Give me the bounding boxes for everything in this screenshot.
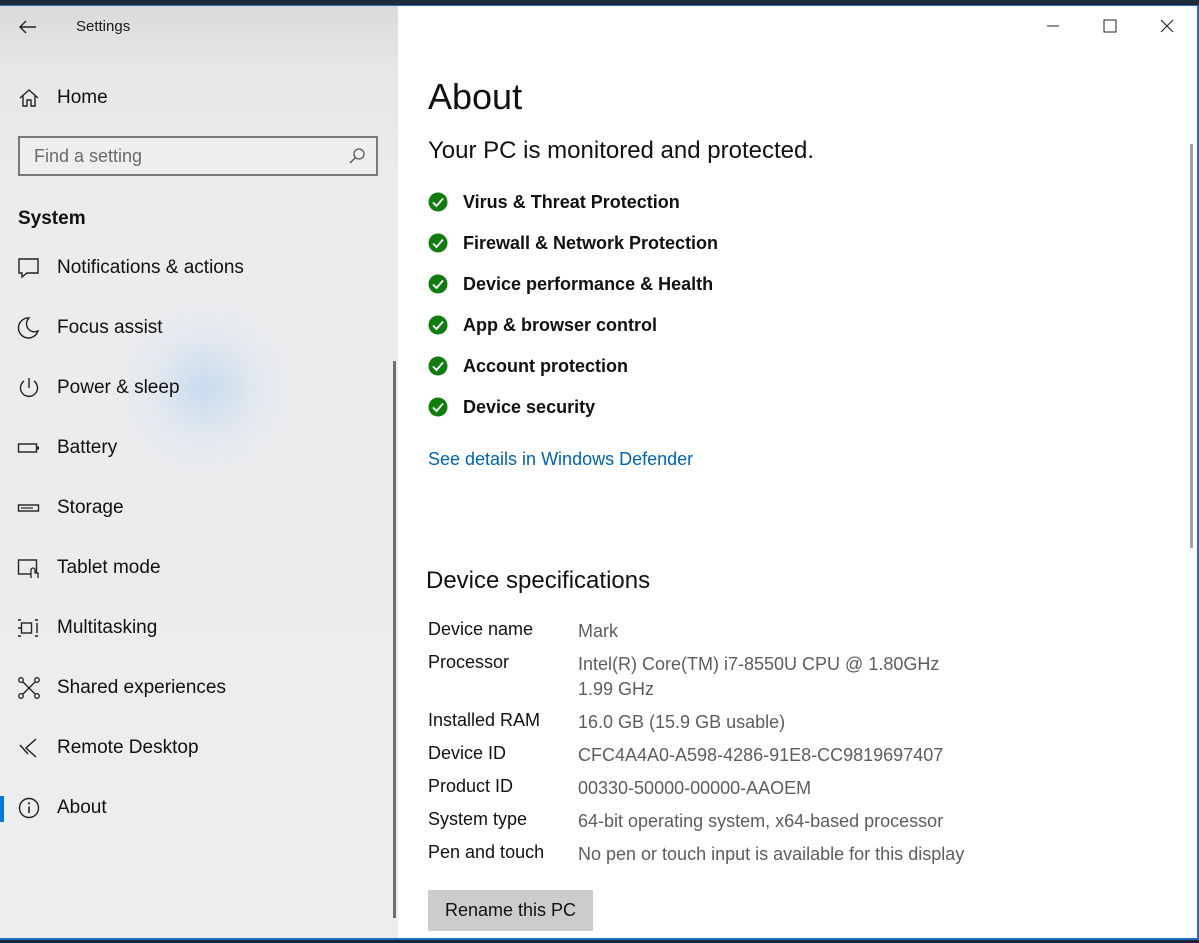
storage-icon (17, 504, 40, 512)
protection-item: Device performance & Health (428, 274, 1028, 304)
protection-heading: Your PC is monitored and protected. (428, 137, 815, 164)
main-scrollbar[interactable] (1190, 144, 1193, 548)
spec-value: 00330-50000-00000-AAOEM (578, 778, 812, 798)
sidebar-item-tablet-mode[interactable]: Tablet mode (0, 544, 398, 590)
battery-icon (17, 443, 39, 453)
sidebar-item-battery[interactable]: Battery (0, 424, 398, 470)
sidebar-item-label: Shared experiences (57, 677, 226, 698)
check-circle-icon (428, 397, 448, 417)
check-circle-icon (428, 356, 448, 376)
protection-label: Firewall & Network Protection (463, 233, 719, 253)
rename-pc-button[interactable]: Rename this PC (428, 890, 593, 931)
shared-icon (18, 677, 40, 699)
spec-value: No pen or touch input is available for t… (578, 844, 965, 864)
section-title-system: System (18, 208, 86, 229)
spec-value: CFC4A4A0-A598-4286-91E8-CC9819697407 (578, 745, 944, 765)
sidebar-item-label: Remote Desktop (57, 737, 199, 758)
sidebar-item-label: Notifications & actions (57, 257, 244, 278)
sidebar-item-label: Battery (57, 437, 118, 458)
sidebar-item-label: Tablet mode (57, 557, 161, 578)
power-icon (19, 378, 39, 398)
spec-key: Device ID (428, 743, 507, 763)
check-circle-icon (428, 274, 448, 294)
home-icon (19, 89, 39, 107)
protection-label: Device security (463, 397, 596, 417)
protection-item: App & browser control (428, 315, 1028, 345)
moon-icon (17, 317, 40, 339)
spec-key: Installed RAM (428, 710, 541, 730)
search-input[interactable]: Find a setting (18, 136, 378, 176)
defender-link[interactable]: See details in Windows Defender (428, 449, 693, 470)
protection-label: Account protection (463, 356, 628, 376)
settings-window: Settings Home Find a setting System Noti… (0, 5, 1199, 940)
protection-label: Device performance & Health (463, 274, 714, 294)
spec-value: Mark (578, 621, 618, 641)
back-arrow-icon (19, 20, 36, 34)
search-placeholder: Find a setting (34, 146, 143, 166)
sidebar-item-label: Focus assist (57, 317, 163, 338)
minimize-button[interactable] (1025, 6, 1081, 46)
sidebar-item-about[interactable]: About (0, 784, 398, 830)
active-indicator (0, 796, 4, 822)
sidebar-item-focus-assist[interactable]: Focus assist (0, 304, 398, 350)
multitasking-icon (18, 619, 38, 637)
spec-key: Device name (428, 619, 534, 639)
info-icon (18, 797, 40, 819)
check-circle-icon (428, 315, 448, 335)
close-icon (1160, 19, 1174, 33)
tablet-icon (17, 559, 39, 578)
sidebar-item-label: About (57, 797, 107, 818)
sidebar-item-shared-experiences[interactable]: Shared experiences (0, 664, 398, 710)
home-label: Home (57, 87, 108, 108)
page-title: About (428, 76, 523, 117)
protection-item: Virus & Threat Protection (428, 192, 1028, 222)
main-content: About Your PC is monitored and protected… (398, 6, 1197, 938)
sidebar-item-storage[interactable]: Storage (0, 484, 398, 530)
protection-item: Account protection (428, 356, 1028, 386)
notification-icon (18, 258, 39, 279)
spec-value: Intel(R) Core(TM) i7-8550U CPU @ 1.80GHz… (578, 654, 955, 699)
back-button[interactable] (14, 14, 42, 40)
maximize-icon (1103, 19, 1117, 33)
sidebar: Settings Home Find a setting System Noti… (0, 6, 398, 938)
remote-desktop-icon (19, 738, 37, 758)
sidebar-item-power-sleep[interactable]: Power & sleep (0, 364, 398, 410)
check-circle-icon (428, 233, 448, 253)
sidebar-item-label: Power & sleep (57, 377, 180, 398)
sidebar-item-notifications[interactable]: Notifications & actions (0, 244, 398, 290)
protection-label: Virus & Threat Protection (463, 192, 680, 212)
spec-value: 64-bit operating system, x64-based proce… (578, 811, 944, 831)
protection-item: Firewall & Network Protection (428, 233, 1028, 263)
minimize-icon (1047, 25, 1059, 27)
spec-key: Product ID (428, 776, 514, 796)
maximize-button[interactable] (1082, 6, 1138, 46)
protection-label: App & browser control (463, 315, 658, 335)
check-circle-icon (428, 192, 448, 212)
sidebar-item-remote-desktop[interactable]: Remote Desktop (0, 724, 398, 770)
title-bar: Settings (0, 6, 398, 48)
spec-key: System type (428, 809, 528, 829)
sidebar-item-label: Storage (57, 497, 124, 518)
close-button[interactable] (1139, 6, 1195, 46)
protection-item: Device security (428, 397, 1028, 427)
spec-key: Pen and touch (428, 842, 545, 862)
spec-value: 16.0 GB (15.9 GB usable) (578, 712, 786, 732)
app-title: Settings (76, 18, 131, 35)
sidebar-item-label: Multitasking (57, 617, 158, 638)
sidebar-item-multitasking[interactable]: Multitasking (0, 604, 398, 650)
sidebar-scrollbar[interactable] (393, 361, 396, 918)
sidebar-item-home[interactable]: Home (0, 78, 398, 118)
spec-key: Processor (428, 652, 510, 672)
search-icon (349, 148, 365, 164)
specs-heading: Device specifications (426, 567, 651, 594)
